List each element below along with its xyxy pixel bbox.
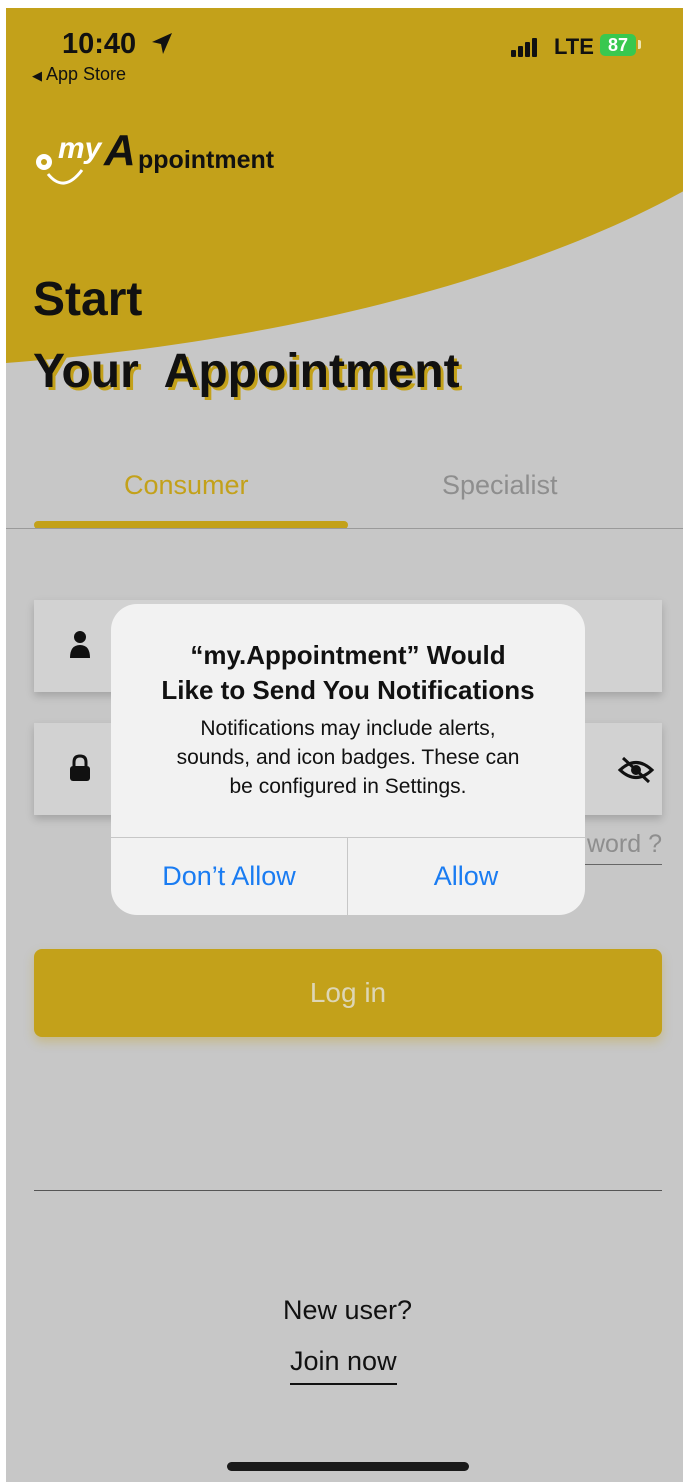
title-line-1: Start bbox=[33, 273, 143, 326]
page-title: Start Your Appointment bbox=[33, 264, 460, 408]
signal-bars-icon bbox=[511, 38, 539, 57]
back-app-label: App Store bbox=[46, 64, 127, 84]
network-type: LTE bbox=[554, 34, 594, 59]
battery-level: 87 bbox=[600, 34, 636, 56]
back-to-app-store-link[interactable]: ◀ App Store bbox=[32, 64, 126, 85]
join-now-link[interactable]: Join now bbox=[290, 1346, 397, 1385]
footer-divider bbox=[34, 1190, 662, 1191]
forgot-password-link[interactable]: word ? bbox=[576, 830, 662, 865]
login-button[interactable]: Log in bbox=[34, 949, 662, 1037]
battery-tip-icon bbox=[638, 40, 641, 49]
dont-allow-button[interactable]: Don’t Allow bbox=[111, 838, 347, 915]
location-arrow-icon bbox=[152, 33, 172, 54]
lock-icon bbox=[70, 754, 90, 781]
logo-a: A bbox=[104, 126, 136, 175]
logo-my: my bbox=[58, 132, 102, 165]
app-logo: my A ppointment bbox=[34, 126, 334, 196]
home-indicator[interactable] bbox=[227, 1462, 469, 1471]
allow-button[interactable]: Allow bbox=[348, 838, 584, 915]
back-triangle-icon: ◀ bbox=[32, 68, 42, 83]
eye-slash-icon[interactable] bbox=[617, 755, 655, 785]
logo-text: ppointment bbox=[138, 146, 275, 174]
tab-specialist[interactable]: Specialist bbox=[442, 470, 558, 501]
dialog-title: “my.Appointment” Would Like to Send You … bbox=[161, 640, 535, 705]
dialog-message: Notifications may include alerts, sounds… bbox=[176, 717, 520, 798]
user-icon bbox=[70, 631, 90, 658]
tab-consumer[interactable]: Consumer bbox=[124, 470, 249, 501]
tab-divider bbox=[6, 528, 683, 529]
new-user-label: New user? bbox=[282, 1295, 413, 1325]
status-time: 10:40 bbox=[62, 28, 137, 60]
title-line-2: Your Appointment bbox=[33, 345, 460, 398]
app-screen: 10:40 ◀ App Store LTE 87 my A ppointment … bbox=[6, 8, 683, 1482]
notification-permission-dialog: “my.Appointment” Would Like to Send You … bbox=[111, 604, 585, 915]
